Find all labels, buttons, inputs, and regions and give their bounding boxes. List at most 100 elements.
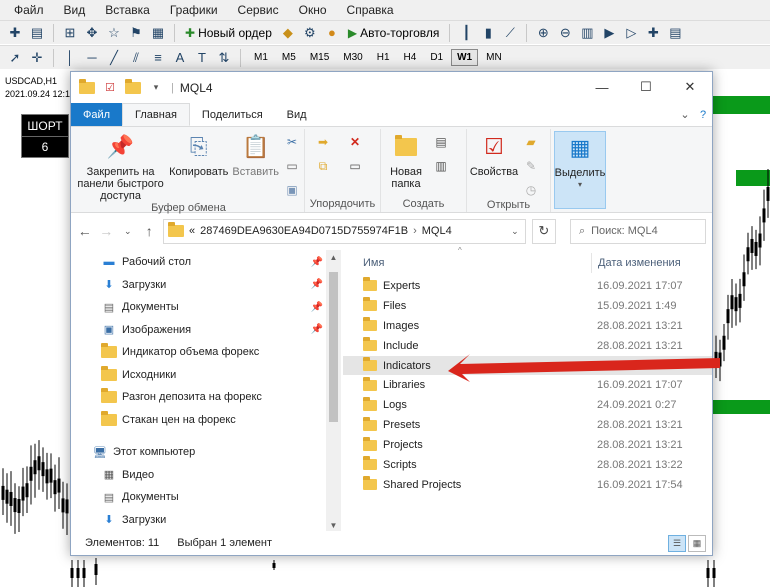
details-view-icon[interactable]: ☰ <box>668 535 686 552</box>
nav-quick-item[interactable]: ▤ Документы 📌 <box>71 296 343 319</box>
timeframe-button[interactable]: M30 <box>337 49 368 66</box>
copy-button[interactable]: ⎘ Копировать <box>169 131 228 179</box>
open-icon[interactable]: ▰ <box>522 133 540 151</box>
zoom-out-icon[interactable]: ⊖ <box>556 24 574 42</box>
text-icon[interactable]: A <box>171 49 189 67</box>
horizontal-line-icon[interactable]: ─ <box>83 49 101 67</box>
copy-to-icon[interactable]: ⧉ <box>314 157 332 175</box>
close-button[interactable]: ✕ <box>668 72 712 102</box>
help-icon[interactable]: ? <box>694 103 712 126</box>
metaeditor-icon[interactable]: ◆ <box>279 24 297 42</box>
strategy-tester-icon[interactable]: ⚑ <box>127 24 145 42</box>
delete-icon[interactable]: ✕ <box>346 133 364 151</box>
market-watch-icon[interactable]: ⊞ <box>61 24 79 42</box>
title-bar[interactable]: ☑ ▾ | MQL4 — ☐ ✕ <box>71 72 712 103</box>
timeframe-button[interactable]: W1 <box>451 49 479 66</box>
breadcrumb-parent[interactable]: 287469DEA9630EA94D0715D755974F1B <box>200 225 408 237</box>
menu-item[interactable]: Вид <box>54 3 96 17</box>
timeframe-button[interactable]: M1 <box>248 49 274 66</box>
cut-icon[interactable]: ✂ <box>283 133 301 151</box>
scroll-up-icon[interactable]: ▲ <box>326 250 341 264</box>
minimize-button[interactable]: — <box>580 72 624 102</box>
nav-scrollbar[interactable]: ▲ ▼ <box>326 250 341 532</box>
file-row[interactable]: Indicators 24.09.2021 1:36 <box>343 355 712 376</box>
file-row[interactable]: Libraries 16.09.2021 17:07 <box>343 375 712 395</box>
line-chart-icon[interactable]: ⟋ <box>501 24 519 42</box>
address-bar[interactable]: « 287469DEA9630EA94D0715D755974F1B › MQL… <box>163 218 526 244</box>
menu-item[interactable]: Файл <box>4 3 54 17</box>
file-row[interactable]: Projects 28.08.2021 13:21 <box>343 435 712 455</box>
column-name[interactable]: Имя <box>343 257 591 269</box>
tab-home[interactable]: Главная <box>122 103 190 126</box>
nav-quick-item[interactable]: Индикатор объема форекс <box>71 341 343 364</box>
paste-button[interactable]: 📋 Вставить <box>232 131 279 179</box>
cursor-icon[interactable]: ➚ <box>6 49 24 67</box>
menu-item[interactable]: Окно <box>289 3 337 17</box>
pin-icon[interactable]: 📌 <box>311 302 323 313</box>
timeframe-button[interactable]: M15 <box>304 49 335 66</box>
nav-quick-item[interactable]: Стакан цен на форекс <box>71 409 343 432</box>
pin-icon[interactable]: 📌 <box>311 324 323 335</box>
favorites-icon[interactable]: ☆ <box>105 24 123 42</box>
file-row[interactable]: Shared Projects 16.09.2021 17:54 <box>343 475 712 495</box>
timeframe-button[interactable]: H4 <box>398 49 423 66</box>
properties-button[interactable]: ☑ Свойства <box>470 131 518 179</box>
new-folder-button[interactable]: Новая папка <box>384 131 428 190</box>
scroll-thumb[interactable] <box>329 272 338 422</box>
fibonacci-icon[interactable]: ≡ <box>149 49 167 67</box>
menu-item[interactable]: Вставка <box>95 3 160 17</box>
scroll-down-icon[interactable]: ▼ <box>326 518 341 532</box>
forward-arrow-icon[interactable]: → <box>99 221 115 241</box>
move-to-icon[interactable]: ➡ <box>314 133 332 151</box>
trendline-icon[interactable]: ╱ <box>105 49 123 67</box>
up-arrow-icon[interactable]: ↑ <box>142 221 158 241</box>
auto-scroll-icon[interactable]: ▶ <box>600 24 618 42</box>
large-icons-view-icon[interactable]: ▦ <box>688 535 706 552</box>
nav-this-pc[interactable]: 🖥 Этот компьютер <box>71 441 343 464</box>
nav-pc-item[interactable]: ▦ Видео <box>71 464 343 487</box>
label-icon[interactable]: T <box>193 49 211 67</box>
vertical-line-icon[interactable]: │ <box>61 49 79 67</box>
file-row[interactable]: Scripts 28.08.2021 13:22 <box>343 455 712 475</box>
nav-quick-item[interactable]: Исходники <box>71 364 343 387</box>
file-row[interactable]: Logs 24.09.2021 0:27 <box>343 395 712 415</box>
new-order-button[interactable]: ✚ Новый ордер <box>182 26 275 40</box>
rename-icon[interactable]: ▭ <box>346 157 364 175</box>
new-folder-icon[interactable] <box>125 78 141 94</box>
tile-windows-icon[interactable]: ▥ <box>578 24 596 42</box>
column-date[interactable]: Дата изменения <box>591 253 681 273</box>
nav-quick-item[interactable]: ⬇ Загрузки 📌 <box>71 274 343 297</box>
search-input[interactable]: ⌕ Поиск: MQL4 <box>569 218 706 244</box>
maximize-button[interactable]: ☐ <box>624 72 668 102</box>
nav-pc-item[interactable]: ⬇ Загрузки <box>71 509 343 532</box>
address-dropdown-icon[interactable]: ⌄ <box>511 226 519 237</box>
copy-path-icon[interactable]: ▭ <box>283 157 301 175</box>
edit-icon[interactable]: ✎ <box>522 157 540 175</box>
history-icon[interactable]: ◷ <box>522 181 540 199</box>
new-chart-icon[interactable]: ✚ <box>6 24 24 42</box>
pin-icon[interactable]: 📌 <box>311 257 323 268</box>
templates-icon[interactable]: ▤ <box>666 24 684 42</box>
file-row[interactable]: Presets 28.08.2021 13:21 <box>343 415 712 435</box>
navigator-icon[interactable]: ✥ <box>83 24 101 42</box>
bar-chart-icon[interactable]: ┃ <box>457 24 475 42</box>
options-icon[interactable]: ⚙ <box>301 24 319 42</box>
file-row[interactable]: Experts 16.09.2021 17:07 <box>343 276 712 296</box>
timeframe-button[interactable]: MN <box>480 49 508 66</box>
signals-icon[interactable]: ● <box>323 24 341 42</box>
timeframe-button[interactable]: D1 <box>424 49 449 66</box>
menu-item[interactable]: Графики <box>160 3 228 17</box>
pin-quick-access-button[interactable]: 📌 Закрепить на панели быстрого доступа <box>76 131 165 203</box>
tab-view[interactable]: Вид <box>275 103 319 126</box>
indicators-list-icon[interactable]: ✚ <box>644 24 662 42</box>
chart-shift-icon[interactable]: ▷ <box>622 24 640 42</box>
channel-icon[interactable]: ⫽ <box>127 49 145 67</box>
back-arrow-icon[interactable]: ← <box>77 221 93 241</box>
menu-item[interactable]: Справка <box>337 3 404 17</box>
crosshair-icon[interactable]: ✛ <box>28 49 46 67</box>
tab-file[interactable]: Файл <box>71 103 123 126</box>
nav-pc-item[interactable]: ▤ Документы <box>71 486 343 509</box>
refresh-icon[interactable]: ↻ <box>531 218 556 244</box>
paste-shortcut-icon[interactable]: ▣ <box>283 181 301 199</box>
file-row[interactable]: Images 28.08.2021 13:21 <box>343 316 712 336</box>
